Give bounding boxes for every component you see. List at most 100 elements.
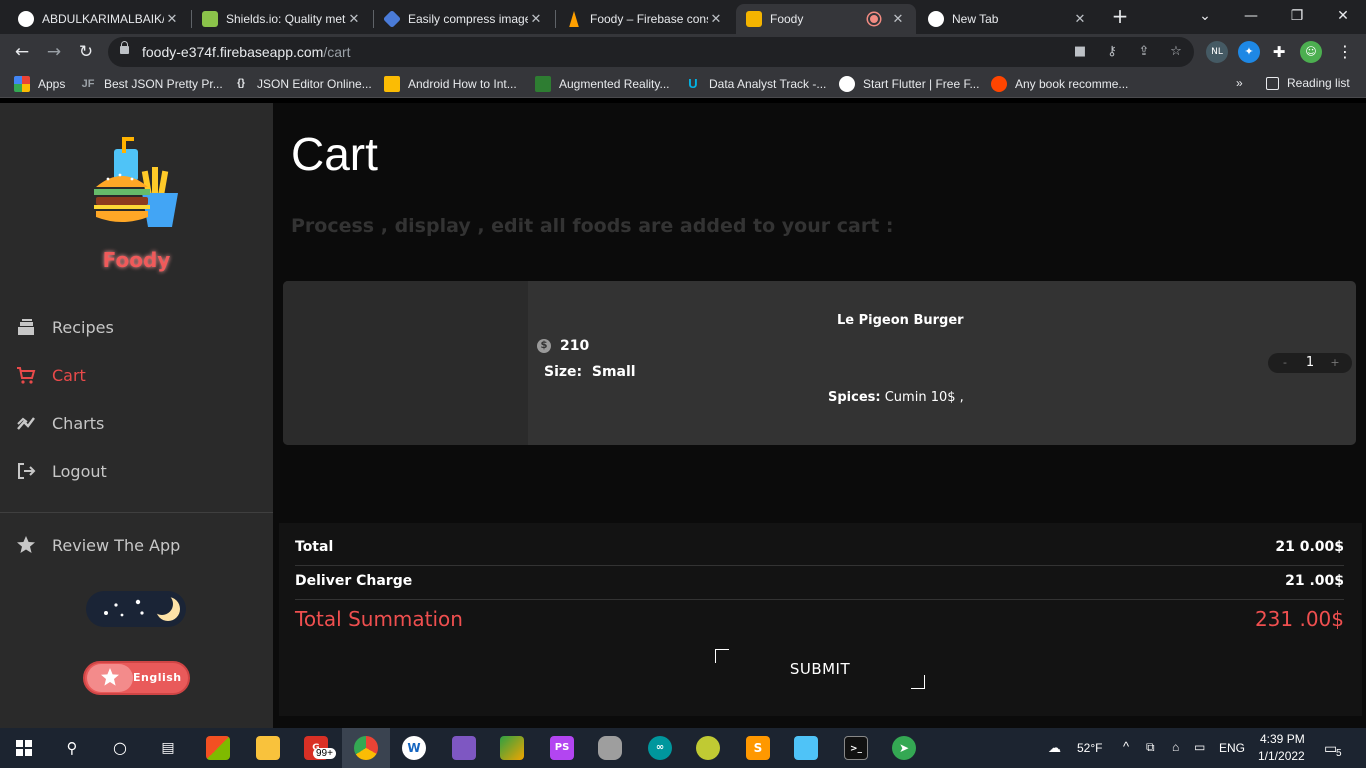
tab-shields[interactable]: Shields.io: Quality met ✕ bbox=[192, 4, 372, 34]
arduino-icon[interactable]: ∞ bbox=[648, 736, 672, 760]
browser-toolbar: ← → ↻ foody-e374f.firebaseapp.com/cart ■… bbox=[0, 34, 1366, 70]
notes-icon[interactable] bbox=[794, 736, 818, 760]
bookmark-apps[interactable]: Apps bbox=[14, 76, 65, 92]
bookmark-label: Apps bbox=[38, 77, 66, 91]
notification-count: 5 bbox=[1336, 748, 1342, 759]
summary-divider bbox=[295, 599, 1344, 600]
tab-compress[interactable]: Easily compress image ✕ bbox=[374, 4, 554, 34]
terminal-icon[interactable]: >_ bbox=[844, 736, 868, 760]
new-tab-button[interactable]: + bbox=[1108, 5, 1132, 29]
camera-icon[interactable]: ■ bbox=[1072, 44, 1088, 60]
bookmark-flutter[interactable]: Start Flutter | Free F... bbox=[839, 76, 979, 92]
cortana-icon[interactable]: ○ bbox=[108, 736, 132, 760]
price-row: $ 210 bbox=[537, 338, 589, 354]
close-window-button[interactable]: ✕ bbox=[1320, 0, 1366, 34]
forward-button[interactable]: → bbox=[42, 40, 66, 64]
profile-avatar[interactable]: ☺ bbox=[1300, 41, 1322, 63]
bookmark-label: Augmented Reality... bbox=[559, 77, 670, 91]
minimize-button[interactable]: — bbox=[1228, 0, 1274, 34]
shields-icon bbox=[202, 11, 218, 27]
key-icon[interactable]: ⚷ bbox=[1104, 44, 1120, 60]
input-language[interactable]: ENG bbox=[1219, 741, 1245, 755]
restore-button[interactable]: ❐ bbox=[1274, 0, 1320, 34]
weather-icon[interactable]: ☁ bbox=[1048, 740, 1061, 756]
address-bar[interactable]: foody-e374f.firebaseapp.com/cart ■ ⚷ ⇪ ☆ bbox=[108, 37, 1194, 67]
weather-temp[interactable]: 52°F bbox=[1077, 741, 1102, 755]
bookmark-reddit[interactable]: Any book recomme... bbox=[991, 76, 1128, 92]
extension-puzzle-blue-icon[interactable]: ✦ bbox=[1238, 41, 1260, 63]
foody-logo-icon bbox=[94, 137, 178, 227]
close-icon[interactable]: ✕ bbox=[708, 11, 724, 27]
tab-search-icon[interactable]: ⌄ bbox=[1182, 0, 1228, 34]
sublime-icon[interactable]: S bbox=[746, 736, 770, 760]
usb-icon[interactable]: ⌂ bbox=[1172, 740, 1179, 754]
tray-chevron-icon[interactable]: ^ bbox=[1123, 739, 1129, 754]
close-icon[interactable]: ✕ bbox=[528, 11, 544, 27]
bookmark-ar[interactable]: Augmented Reality... bbox=[535, 76, 670, 92]
toggle-knob bbox=[87, 664, 133, 692]
clock-date[interactable]: 1/1/2022 bbox=[1258, 749, 1305, 763]
theme-toggle[interactable] bbox=[86, 591, 186, 627]
foody-app: Foody Recipes Cart Charts Logout Review … bbox=[0, 103, 1366, 728]
bookmark-android[interactable]: Android How to Int... bbox=[384, 76, 517, 92]
diamond-icon bbox=[382, 9, 402, 29]
bookmark-udacity[interactable]: U Data Analyst Track -... bbox=[685, 76, 826, 92]
language-toggle[interactable]: English bbox=[83, 661, 190, 695]
windows-taskbar: ⚲ ○ ▤ G 99+ W PS ∞ S >_ ➤ ☁ 52°F ^ ⧉ ⌂ ▭… bbox=[0, 728, 1366, 768]
decrease-quantity-button[interactable]: - bbox=[1268, 353, 1302, 373]
increase-quantity-button[interactable]: + bbox=[1318, 353, 1352, 373]
tab-github[interactable]: ABDULKARIMALBAIK/ ✕ bbox=[8, 4, 190, 34]
brand-name[interactable]: Foody bbox=[0, 248, 273, 272]
close-icon[interactable]: ✕ bbox=[1072, 11, 1088, 27]
extensions-icon[interactable]: ✚ bbox=[1268, 41, 1290, 63]
sidebar-item-logout[interactable]: Logout bbox=[16, 458, 107, 484]
bookmark-json-pretty[interactable]: JF Best JSON Pretty Pr... bbox=[80, 76, 223, 92]
battery-icon[interactable]: ▭ bbox=[1194, 740, 1205, 754]
android-icon bbox=[384, 76, 400, 92]
meet-icon[interactable]: ⧉ bbox=[1146, 740, 1155, 755]
extension-nl-icon[interactable]: NL bbox=[1206, 41, 1228, 63]
menu-icon[interactable]: ⋮ bbox=[1334, 41, 1356, 63]
close-icon[interactable]: ✕ bbox=[164, 11, 180, 27]
share-icon[interactable]: ⇪ bbox=[1136, 44, 1152, 60]
file-explorer-icon[interactable] bbox=[256, 736, 280, 760]
bookmark-star-icon[interactable]: ☆ bbox=[1168, 44, 1184, 60]
ar-icon bbox=[535, 76, 551, 92]
phpstorm-icon[interactable]: PS bbox=[550, 736, 574, 760]
database-icon[interactable] bbox=[598, 736, 622, 760]
task-view-icon[interactable]: ▤ bbox=[156, 736, 180, 760]
windows-start-icon[interactable] bbox=[16, 740, 32, 756]
url-text[interactable]: foody-e374f.firebaseapp.com/cart bbox=[142, 44, 351, 60]
back-button[interactable]: ← bbox=[10, 40, 34, 64]
clock-time[interactable]: 4:39 PM bbox=[1260, 732, 1305, 746]
search-icon[interactable]: ⚲ bbox=[60, 736, 84, 760]
submit-button[interactable]: SUBMIT bbox=[715, 649, 925, 689]
sidebar-item-charts[interactable]: Charts bbox=[16, 410, 104, 436]
close-icon[interactable]: ✕ bbox=[346, 11, 362, 27]
store-icon[interactable] bbox=[206, 736, 230, 760]
sidebar-item-recipes[interactable]: Recipes bbox=[16, 314, 114, 340]
chrome-taskbar-icon[interactable] bbox=[354, 736, 378, 760]
writer-icon[interactable]: W bbox=[402, 736, 426, 760]
reload-button[interactable]: ↻ bbox=[74, 40, 98, 64]
size-label: Size: bbox=[544, 364, 583, 380]
sidebar: Foody Recipes Cart Charts Logout Review … bbox=[0, 103, 273, 728]
tab-foody[interactable]: Foody ✕ bbox=[736, 4, 916, 34]
bookmarks-overflow[interactable]: » bbox=[1236, 76, 1243, 90]
overflow-chevron-icon: » bbox=[1236, 76, 1243, 90]
tab-firebase[interactable]: Foody – Firebase cons ✕ bbox=[556, 4, 734, 34]
bookmark-label: JSON Editor Online... bbox=[257, 77, 372, 91]
github-icon bbox=[18, 11, 34, 27]
snail-icon[interactable] bbox=[696, 736, 720, 760]
sidebar-item-cart[interactable]: Cart bbox=[16, 362, 86, 388]
review-app-button[interactable]: Review The App bbox=[16, 532, 180, 558]
close-icon[interactable]: ✕ bbox=[890, 11, 906, 27]
summary-divider bbox=[295, 565, 1344, 566]
visual-studio-icon[interactable] bbox=[452, 736, 476, 760]
jetbrains-icon[interactable] bbox=[500, 736, 524, 760]
tab-newtab[interactable]: New Tab ✕ bbox=[918, 4, 1098, 34]
foody-favicon-icon bbox=[746, 11, 762, 27]
telegram-icon[interactable]: ➤ bbox=[892, 736, 916, 760]
reading-list-button[interactable]: Reading list bbox=[1266, 76, 1350, 90]
bookmark-json-editor[interactable]: {} JSON Editor Online... bbox=[233, 76, 372, 92]
